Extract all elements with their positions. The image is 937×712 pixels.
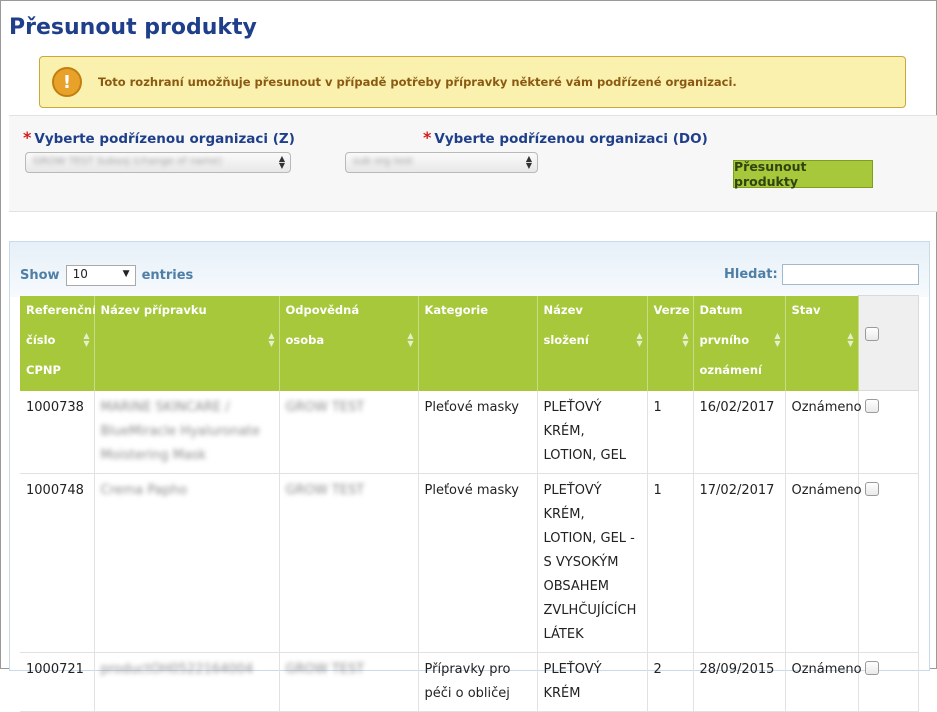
from-org-label: * Vyberte podřízenou organizaci (Z) [23,128,295,147]
col-header-label: Název přípravku [100,302,207,317]
cell-status: Oznámeno [785,652,862,712]
cell-version: 1 [647,390,694,474]
cell-status: Oznámeno [785,390,862,474]
sort-icon: ▲ ▼ [636,330,643,348]
cell-person-text: GROW TEST [285,482,365,498]
col-header-name[interactable]: Název přípravku ▲ ▼ [94,295,280,391]
cell-category: Přípravky pro péči o obličej [418,652,538,712]
info-alert: ! Toto rozhraní umožňuje přesunout v pří… [39,56,906,108]
table-row: 1000721 productOH0522164004 GROW TEST Př… [20,652,919,712]
search-input[interactable] [781,264,919,285]
cell-name[interactable]: productOH0522164004 [94,652,280,712]
cell-select [858,473,919,653]
col-header-label: Stav [791,302,821,317]
from-org-select[interactable]: GROW TEST Subsoj (change of name) ▲ ▼ [25,152,291,173]
cell-select [858,652,919,712]
cell-person: GROW TEST [279,473,419,653]
page-title: Přesunout produkty [9,15,257,40]
sort-icon: ▲ ▼ [407,330,414,348]
col-header-select-all [857,295,919,391]
table-row: 1000748 Crema Papho GROW TEST Pleťové ma… [20,473,919,653]
cell-name-text: MARINE SKINCARE / BlueMiracle Hyaluronat… [100,399,260,463]
dropdown-arrow-icon: ▼ [122,269,130,279]
page-length-select[interactable]: 10 ▼ [65,265,136,286]
sort-icon: ▲ ▼ [682,330,689,348]
col-header-label: Odpovědná osoba [285,302,360,347]
cell-version: 2 [647,652,694,712]
sort-icon: ▲ ▼ [847,330,854,348]
from-org-select-value: GROW TEST Subsoj (change of name) [33,156,222,167]
warning-icon: ! [52,67,82,97]
table-header-row: Referenční číslo CPNP ▲ ▼ Název přípravku ▲… [20,295,919,391]
required-mark: * [23,128,32,147]
col-header-label: Referenční číslo CPNP [26,302,97,377]
alert-text: Toto rozhraní umožňuje přesunout v přípa… [98,75,737,89]
select-arrows-icon: ▲ ▼ [278,154,285,170]
required-mark: * [423,128,432,147]
col-header-date[interactable]: Datum prvního oznámení ▲ ▼ [693,295,786,391]
page-length-value: 10 [72,267,88,281]
cell-person: GROW TEST [279,390,419,474]
col-header-ref[interactable]: Referenční číslo CPNP ▲ ▼ [20,295,97,391]
from-org-label-text: Vyberte podřízenou organizaci (Z) [34,131,295,147]
sort-icon: ▲ ▼ [774,330,781,348]
sort-icon: ▲ ▼ [83,330,90,348]
cell-person-text: GROW TEST [285,399,365,415]
cell-composition: PLEŤOVÝ KRÉM [537,652,648,712]
page-length-control: Show 10 ▼ entries [20,265,193,286]
cell-name-text: Crema Papho [100,482,188,498]
cell-ref: 1000721 [20,652,95,712]
search-control: Hledat: [724,264,919,285]
row-checkbox[interactable] [864,481,879,496]
cell-name-text: productOH0522164004 [100,661,254,677]
to-org-select-value: sub org test [353,156,413,167]
to-org-label-text: Vyberte podřízenou organizaci (DO) [434,131,708,147]
move-products-button[interactable]: Přesunout produkty [733,159,873,189]
to-org-label: * Vyberte podřízenou organizaci (DO) [423,128,708,147]
cell-person: GROW TEST [279,652,419,712]
select-arrows-icon: ▲ ▼ [525,154,532,170]
cell-date: 16/02/2017 [693,390,786,474]
cell-date: 17/02/2017 [693,473,786,653]
cell-category: Pleťové masky [418,390,538,474]
cell-composition: PLEŤOVÝ KRÉM, LOTION, GEL - S VYSOKÝM OB… [537,473,648,653]
col-header-label: Verze [653,302,690,317]
cell-person-text: GROW TEST [285,661,365,677]
select-all-checkbox[interactable] [864,327,879,341]
col-header-category[interactable]: Kategorie [418,295,538,391]
col-header-version[interactable]: Verze ▲ ▼ [647,295,694,391]
col-header-status[interactable]: Stav ▲ ▼ [785,295,859,391]
cell-composition: PLEŤOVÝ KRÉM, LOTION, GEL [537,390,648,474]
cell-select [858,390,919,474]
row-checkbox[interactable] [864,399,879,413]
to-org-select[interactable]: sub org test ▲ ▼ [345,152,538,173]
cell-name[interactable]: MARINE SKINCARE / BlueMiracle Hyaluronat… [94,390,280,474]
show-label: Show [20,268,60,283]
cell-version: 1 [647,473,694,653]
col-header-label: Kategorie [424,302,489,317]
entries-label: entries [141,268,194,283]
cell-ref: 1000748 [20,473,95,653]
col-header-label: Název složení [543,302,589,347]
row-checkbox[interactable] [864,660,879,675]
sort-icon: ▲ ▼ [268,330,275,348]
products-table: Referenční číslo CPNP ▲ ▼ Název přípravku ▲… [20,295,919,712]
search-label: Hledat: [724,267,778,282]
col-header-label: Datum prvního oznámení [699,302,762,377]
cell-name[interactable]: Crema Papho [94,473,280,653]
cell-ref: 1000738 [20,390,95,474]
cell-date: 28/09/2015 [693,652,786,712]
table-row: 1000738 MARINE SKINCARE / BlueMiracle Hy… [20,390,919,474]
cell-status: Oznámeno [785,473,862,653]
col-header-person[interactable]: Odpovědná osoba ▲ ▼ [279,295,419,391]
cell-category: Pleťové masky [418,473,538,653]
col-header-composition[interactable]: Název složení ▲ ▼ [537,295,648,391]
